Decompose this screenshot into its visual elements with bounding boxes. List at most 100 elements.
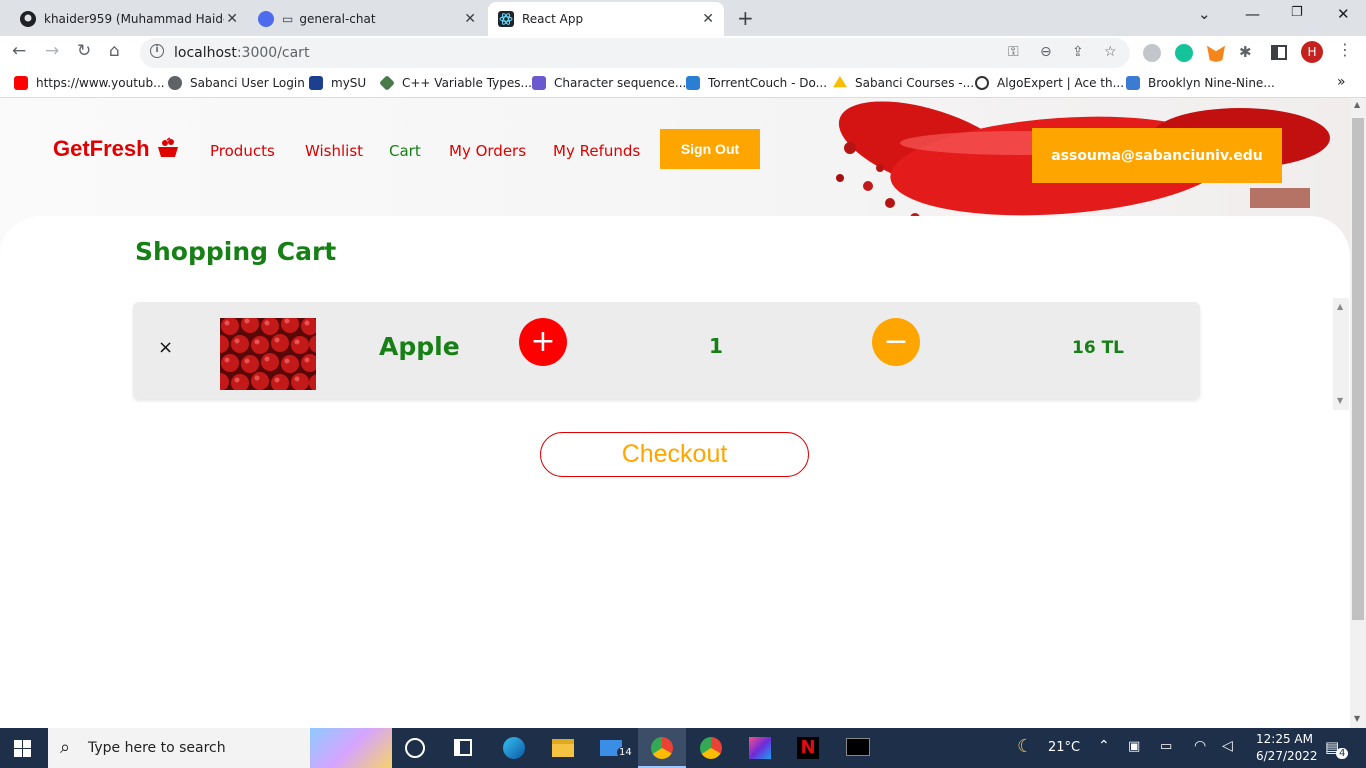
- cart-list: × Apple + 1 − 16 TL ▲ ▼: [133, 298, 1349, 414]
- bookmark-star-icon[interactable]: ☆: [1104, 44, 1117, 60]
- forward-icon[interactable]: →: [45, 41, 59, 61]
- cart-item-row: × Apple + 1 − 16 TL: [133, 302, 1200, 399]
- home-icon[interactable]: ⌂: [109, 41, 120, 61]
- bookmark-label: Brooklyn Nine-Nine...: [1148, 76, 1275, 90]
- bookmark-item[interactable]: AlgoExpert | Ace th...: [975, 76, 1124, 90]
- tab-general-chat[interactable]: ▭ general-chat ✕: [250, 2, 486, 36]
- sign-out-button[interactable]: Sign Out: [660, 129, 760, 169]
- chat-app-icon: [258, 11, 274, 27]
- bookmark-label: Sabanci User Login: [190, 76, 305, 90]
- wifi-icon[interactable]: ◠: [1194, 738, 1206, 754]
- intellij-icon[interactable]: [749, 737, 771, 759]
- chrome-icon[interactable]: [700, 737, 722, 759]
- metamask-icon[interactable]: [1207, 45, 1225, 62]
- cortana-icon[interactable]: [405, 738, 425, 758]
- scrollbar-thumb[interactable]: [1352, 118, 1364, 620]
- tab-react-app[interactable]: React App ✕: [488, 2, 724, 36]
- close-icon[interactable]: ✕: [702, 11, 714, 27]
- weather-moon-icon[interactable]: ☾: [1017, 736, 1033, 757]
- globe-extension-icon[interactable]: [1143, 44, 1161, 62]
- bookmark-label: Character sequence...: [554, 76, 687, 90]
- user-email-badge[interactable]: assouma@sabanciuniv.edu: [1032, 128, 1282, 183]
- site-logo[interactable]: GetFresh: [53, 136, 180, 162]
- checkout-button[interactable]: Checkout: [540, 432, 809, 477]
- zoom-icon[interactable]: ⊖: [1040, 44, 1052, 60]
- mysu-icon: [309, 76, 323, 90]
- bookmark-item[interactable]: TorrentCouch - Do...: [686, 76, 827, 90]
- nav-my-orders[interactable]: My Orders: [449, 142, 526, 160]
- bookmark-item[interactable]: Sabanci Courses -...: [833, 76, 974, 90]
- plus-icon: +: [530, 324, 556, 359]
- remove-item-button[interactable]: ×: [158, 337, 173, 358]
- cart-list-scrollbar[interactable]: ▲ ▼: [1333, 298, 1349, 410]
- key-icon[interactable]: ⚿: [1008, 44, 1019, 60]
- netflix-icon[interactable]: N: [797, 737, 819, 759]
- more-bookmarks-icon[interactable]: »: [1337, 74, 1346, 90]
- bookmark-item[interactable]: Brooklyn Nine-Nine...: [1126, 76, 1275, 90]
- url-text[interactable]: localhost:3000/cart: [174, 45, 309, 61]
- taskbar-search-input[interactable]: ⌕ Type here to search: [48, 728, 392, 768]
- grammarly-icon[interactable]: [1175, 44, 1193, 62]
- terminal-icon[interactable]: [846, 738, 870, 756]
- close-icon[interactable]: ✕: [464, 11, 476, 27]
- new-tab-icon[interactable]: +: [737, 6, 754, 30]
- puzzle-icon[interactable]: ✱: [1239, 43, 1252, 61]
- window-close-icon[interactable]: ✕: [1337, 5, 1350, 23]
- bookmark-item[interactable]: https://www.youtub...: [14, 76, 165, 90]
- meet-now-icon[interactable]: ▣: [1128, 739, 1140, 754]
- profile-avatar[interactable]: H: [1301, 41, 1323, 63]
- restore-icon[interactable]: ❐: [1291, 5, 1303, 20]
- notification-count: 4: [1336, 748, 1349, 759]
- page-scrollbar[interactable]: ▲ ▼: [1350, 98, 1366, 728]
- bookmark-item[interactable]: C++ Variable Types...: [379, 75, 532, 91]
- menu-kebab-icon[interactable]: ⋮: [1337, 40, 1353, 59]
- bookmark-item[interactable]: Sabanci User Login: [168, 76, 305, 90]
- site-info-icon[interactable]: i: [150, 44, 164, 58]
- scroll-down-icon[interactable]: ▼: [1337, 396, 1343, 405]
- increase-quantity-button[interactable]: +: [519, 318, 567, 366]
- nav-products[interactable]: Products: [210, 142, 275, 160]
- browser-tabstrip: khaider959 (Muhammad Haider ✕ ▭ general-…: [0, 0, 1366, 36]
- minimize-icon[interactable]: —: [1245, 5, 1260, 23]
- bookmark-item[interactable]: mySU: [309, 76, 366, 90]
- chevron-down-icon[interactable]: ⌄: [1198, 5, 1211, 23]
- tab-title: general-chat: [299, 12, 376, 26]
- b99-icon: [1126, 76, 1140, 90]
- mail-badge: 14: [617, 747, 634, 758]
- decrease-quantity-button[interactable]: −: [872, 318, 920, 366]
- file-explorer-icon[interactable]: [552, 739, 574, 757]
- back-icon[interactable]: ←: [12, 41, 26, 61]
- nav-wishlist[interactable]: Wishlist: [305, 142, 363, 160]
- clock-date[interactable]: 6/27/2022: [1256, 749, 1318, 763]
- scroll-down-icon[interactable]: ▼: [1354, 714, 1360, 723]
- bookmark-item[interactable]: Character sequence...: [532, 76, 686, 90]
- clock-time[interactable]: 12:25 AM: [1256, 732, 1313, 746]
- scroll-up-icon[interactable]: ▲: [1354, 100, 1360, 109]
- taskbar-chrome-active[interactable]: [638, 728, 686, 768]
- algoexpert-icon: [975, 76, 989, 90]
- edge-icon[interactable]: [503, 737, 525, 759]
- reload-icon[interactable]: ↻: [77, 41, 91, 61]
- chevron-up-icon[interactable]: ⌃: [1098, 738, 1110, 754]
- torrentcouch-icon: [686, 76, 700, 90]
- nav-my-refunds[interactable]: My Refunds: [553, 142, 640, 160]
- share-icon[interactable]: ⇪: [1072, 44, 1084, 60]
- bookmarks-bar: https://www.youtub... Sabanci User Login…: [0, 70, 1366, 98]
- volume-icon[interactable]: ◁: [1222, 738, 1233, 754]
- address-bar[interactable]: i localhost:3000/cart ⚿ ⊖ ⇪ ☆: [140, 38, 1130, 68]
- minus-icon: −: [883, 324, 909, 359]
- product-name: Apple: [379, 332, 460, 361]
- scroll-up-icon[interactable]: ▲: [1337, 302, 1343, 311]
- cart-content: Shopping Cart × Apple + 1 − 16 TL ▲ ▼ Ch…: [0, 216, 1350, 728]
- sidepanel-icon[interactable]: [1271, 45, 1287, 60]
- tab-github[interactable]: khaider959 (Muhammad Haider ✕: [12, 2, 248, 36]
- close-icon[interactable]: ✕: [226, 11, 238, 27]
- windows-start-icon[interactable]: [14, 740, 31, 757]
- temperature-text[interactable]: 21°C: [1048, 740, 1080, 755]
- nav-cart[interactable]: Cart: [389, 142, 421, 160]
- bookmark-label: C++ Variable Types...: [402, 76, 532, 90]
- youtube-icon: [14, 76, 28, 90]
- task-view-icon[interactable]: [454, 739, 472, 756]
- bookmark-label: mySU: [331, 76, 367, 90]
- battery-icon[interactable]: ▭: [1160, 739, 1172, 754]
